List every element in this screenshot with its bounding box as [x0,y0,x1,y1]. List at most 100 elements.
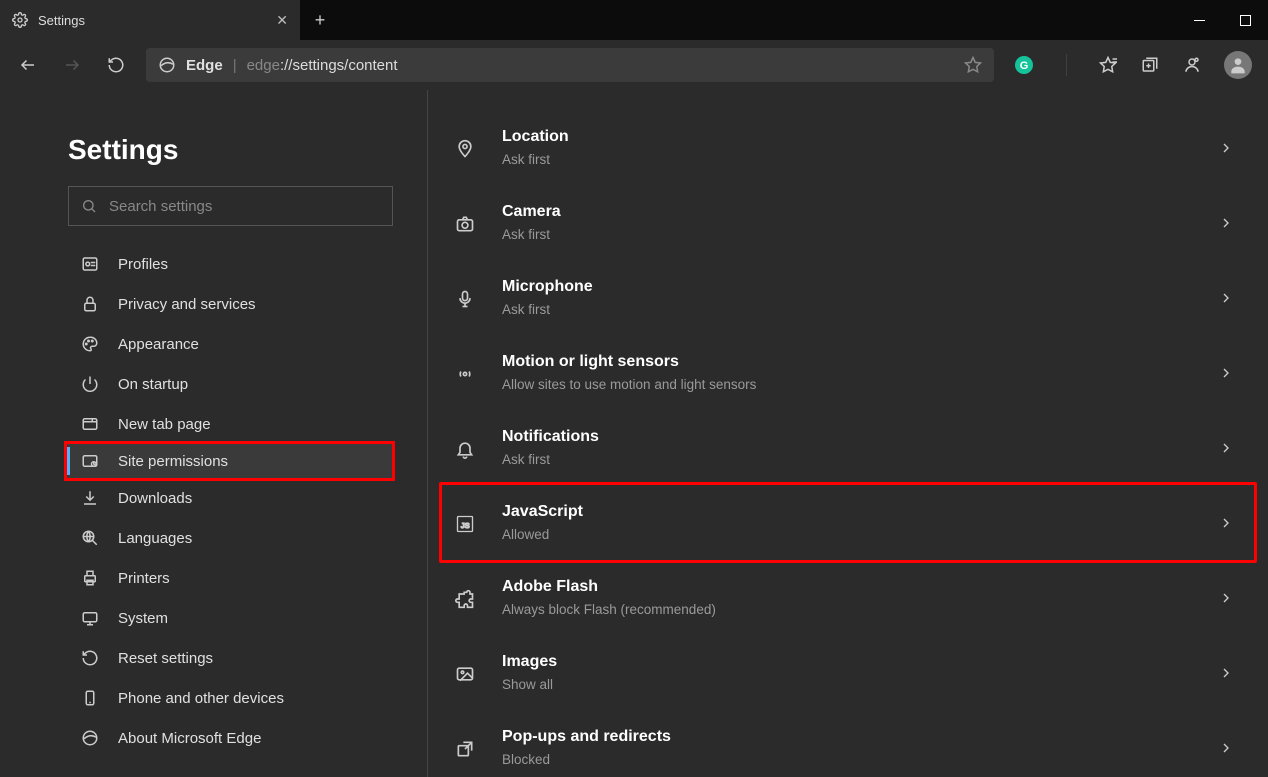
perm-location[interactable]: Location Ask first [442,110,1254,185]
mic-icon [452,287,478,309]
address-bar[interactable]: Edge | edge://settings/content [146,48,994,82]
sidebar-item-startup[interactable]: On startup [0,364,427,404]
sidebar-item-label: Languages [118,530,192,547]
chevron-right-icon [1218,740,1234,756]
sidebar-item-label: System [118,610,168,627]
sidebar-item-reset[interactable]: Reset settings [0,638,427,678]
refresh-button[interactable] [96,47,136,83]
sidebar-item-printers[interactable]: Printers [0,558,427,598]
titlebar: Settings ✕ + [0,0,1268,40]
sidebar-item-languages[interactable]: Languages [0,518,427,558]
perm-notifications[interactable]: Notifications Ask first [442,410,1254,485]
globe-icon [80,529,100,547]
perm-title: Location [502,128,1194,146]
chevron-right-icon [1218,590,1234,606]
sidebar-item-label: On startup [118,376,188,393]
sidebar-item-label: Printers [118,570,170,587]
sidebar-item-phone[interactable]: Phone and other devices [0,678,427,718]
chevron-right-icon [1218,515,1234,531]
sidebar-item-label: Privacy and services [118,296,256,313]
sidebar-item-about[interactable]: About Microsoft Edge [0,718,427,758]
perm-sub: Show all [502,677,1194,692]
perm-sub: Ask first [502,152,1194,167]
sidebar-item-newtab[interactable]: New tab page [0,404,427,444]
perm-title: Adobe Flash [502,578,1194,596]
permissions-panel: Location Ask first CameraAsk first Microp… [428,90,1268,777]
perm-title: Motion or light sensors [502,353,1194,371]
perm-javascript[interactable]: JS JavaScriptAllowed [439,482,1257,563]
perm-flash[interactable]: Adobe Flash Always block Flash (recommend… [442,560,1254,635]
back-button[interactable] [8,47,48,83]
sidebar-item-label: New tab page [118,416,211,433]
reset-icon [80,649,100,667]
lock-icon [80,295,100,313]
address-url: edge://settings/content [247,57,398,74]
search-input[interactable] [109,198,380,215]
new-tab-button[interactable]: + [300,0,340,40]
minimize-button[interactable] [1176,0,1222,40]
perm-title: JavaScript [502,503,1194,521]
window-icon [80,415,100,433]
profile-icon [80,255,100,273]
address-brand: Edge [186,57,223,74]
location-icon [452,137,478,159]
perm-title: Notifications [502,428,1194,446]
window-controls [1176,0,1268,40]
browser-tab[interactable]: Settings ✕ [0,0,300,40]
download-icon [80,489,100,507]
perm-sub: Ask first [502,452,1194,467]
sidebar-item-appearance[interactable]: Appearance [0,324,427,364]
settings-search[interactable] [68,186,393,226]
grammarly-ext-icon[interactable]: G [1004,47,1044,83]
sidebar-item-label: About Microsoft Edge [118,730,261,747]
person-ext-icon[interactable] [1172,47,1212,83]
close-tab-icon[interactable]: ✕ [276,12,288,29]
bell-icon [452,437,478,459]
tab-title: Settings [38,13,85,28]
chevron-right-icon [1218,365,1234,381]
svg-text:G: G [1020,60,1029,72]
gear-icon [12,12,28,28]
maximize-button[interactable] [1222,0,1268,40]
palette-icon [80,335,100,353]
edge-icon [80,729,100,747]
profile-avatar[interactable] [1224,51,1252,79]
perm-sub: Ask first [502,302,1194,317]
puzzle-icon [452,587,478,609]
perm-images[interactable]: ImagesShow all [442,635,1254,710]
sidebar-item-site-permissions[interactable]: Site permissions [64,441,395,481]
perm-sub: Allow sites to use motion and light sens… [502,377,1194,392]
settings-sidebar: Settings Profiles Privacy and services A… [0,90,428,777]
edge-logo-icon [158,56,176,74]
perm-motion[interactable]: Motion or light sensors Allow sites to us… [442,335,1254,410]
search-icon [81,198,97,214]
perm-title: Pop-ups and redirects [502,728,1194,746]
favorite-icon[interactable] [964,56,982,74]
camera-icon [452,212,478,234]
image-icon [452,662,478,684]
perm-microphone[interactable]: MicrophoneAsk first [442,260,1254,335]
svg-text:JS: JS [461,521,470,530]
favorites-icon[interactable] [1088,47,1128,83]
perm-camera[interactable]: CameraAsk first [442,185,1254,260]
collections-icon[interactable] [1130,47,1170,83]
sidebar-item-label: Profiles [118,256,168,273]
perm-sub: Ask first [502,227,1194,242]
sidebar-item-label: Appearance [118,336,199,353]
sidebar-item-label: Site permissions [118,453,228,470]
sidebar-item-label: Phone and other devices [118,690,284,707]
settings-heading: Settings [68,134,427,166]
perm-sub: Always block Flash (recommended) [502,602,1194,617]
power-icon [80,375,100,393]
toolbar: Edge | edge://settings/content G [0,40,1268,90]
sidebar-item-privacy[interactable]: Privacy and services [0,284,427,324]
forward-button[interactable] [52,47,92,83]
sensor-icon [452,362,478,384]
sidebar-item-label: Downloads [118,490,192,507]
sidebar-item-profiles[interactable]: Profiles [0,244,427,284]
perm-popups[interactable]: Pop-ups and redirectsBlocked [442,710,1254,777]
sidebar-item-label: Reset settings [118,650,213,667]
system-icon [80,609,100,627]
sidebar-item-downloads[interactable]: Downloads [0,478,427,518]
sidebar-item-system[interactable]: System [0,598,427,638]
